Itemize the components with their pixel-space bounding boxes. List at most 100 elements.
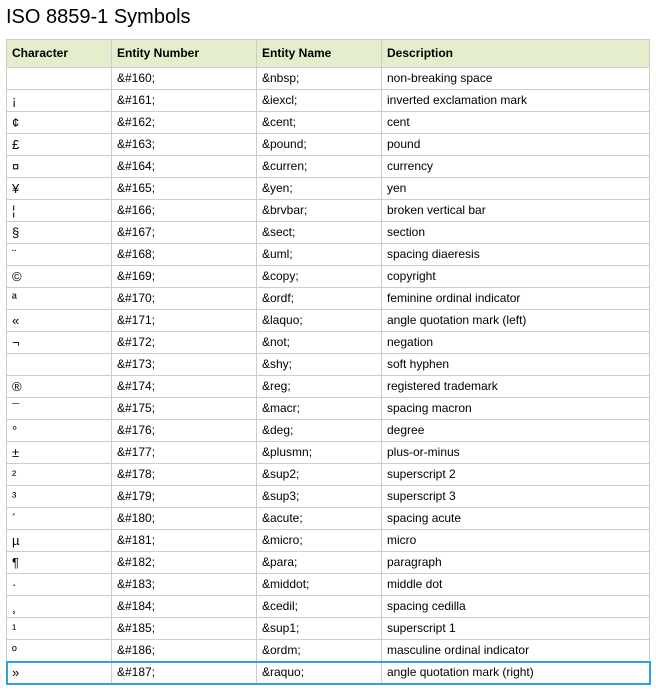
col-character: Character [7,40,112,68]
cell-entity-name: &shy; [257,354,382,376]
cell-character: · [7,574,112,596]
table-row: «&#171;&laquo;angle quotation mark (left… [7,310,650,332]
cell-description: plus-or-minus [382,442,650,464]
cell-description: paragraph [382,552,650,574]
cell-entity-name: &ordf; [257,288,382,310]
cell-entity-number: &#165; [112,178,257,200]
table-row: »&#187;&raquo;angle quotation mark (righ… [7,662,650,684]
cell-entity-name: &cent; [257,112,382,134]
cell-entity-name: &iexcl; [257,90,382,112]
cell-description: superscript 1 [382,618,650,640]
cell-entity-number: &#180; [112,508,257,530]
cell-entity-number: &#162; [112,112,257,134]
table-row: ®&#174;&reg;registered trademark [7,376,650,398]
cell-description: broken vertical bar [382,200,650,222]
cell-description: soft hyphen [382,354,650,376]
cell-character: » [7,662,112,684]
cell-entity-name: &cedil; [257,596,382,618]
cell-entity-name: &curren; [257,156,382,178]
cell-character: ° [7,420,112,442]
cell-entity-name: &sup2; [257,464,382,486]
cell-entity-number: &#167; [112,222,257,244]
cell-character: ¶ [7,552,112,574]
cell-entity-name: &middot; [257,574,382,596]
col-description: Description [382,40,650,68]
cell-entity-name: &brvbar; [257,200,382,222]
cell-description: degree [382,420,650,442]
cell-character [7,354,112,376]
table-row: ¹&#185;&sup1;superscript 1 [7,618,650,640]
cell-entity-number: &#173; [112,354,257,376]
cell-entity-name: &deg; [257,420,382,442]
cell-character: ¯ [7,398,112,420]
table-row: &#160;&nbsp;non-breaking space [7,68,650,90]
cell-character: £ [7,134,112,156]
table-row: ¤&#164;&curren;currency [7,156,650,178]
cell-description: micro [382,530,650,552]
cell-entity-number: &#171; [112,310,257,332]
cell-entity-number: &#177; [112,442,257,464]
cell-description: masculine ordinal indicator [382,640,650,662]
cell-description: inverted exclamation mark [382,90,650,112]
cell-entity-name: &nbsp; [257,68,382,90]
symbols-table: Character Entity Number Entity Name Desc… [6,39,650,684]
cell-character: µ [7,530,112,552]
cell-character: ¤ [7,156,112,178]
cell-description: cent [382,112,650,134]
table-row: ¡&#161;&iexcl;inverted exclamation mark [7,90,650,112]
table-row: &#173;&shy;soft hyphen [7,354,650,376]
cell-entity-name: &laquo; [257,310,382,332]
cell-character: ³ [7,486,112,508]
table-row: ²&#178;&sup2;superscript 2 [7,464,650,486]
cell-description: registered trademark [382,376,650,398]
cell-character: º [7,640,112,662]
cell-entity-number: &#176; [112,420,257,442]
cell-description: superscript 2 [382,464,650,486]
cell-entity-name: &uml; [257,244,382,266]
cell-description: copyright [382,266,650,288]
table-row: ©&#169;&copy;copyright [7,266,650,288]
cell-entity-number: &#166; [112,200,257,222]
table-row: ¥&#165;&yen;yen [7,178,650,200]
cell-character: § [7,222,112,244]
cell-entity-number: &#184; [112,596,257,618]
cell-entity-number: &#161; [112,90,257,112]
table-row: ·&#183;&middot;middle dot [7,574,650,596]
table-row: ¨&#168;&uml;spacing diaeresis [7,244,650,266]
cell-entity-number: &#164; [112,156,257,178]
cell-description: feminine ordinal indicator [382,288,650,310]
cell-character: ¸ [7,596,112,618]
cell-description: spacing cedilla [382,596,650,618]
cell-character: ¨ [7,244,112,266]
cell-character: ª [7,288,112,310]
cell-entity-name: &macr; [257,398,382,420]
cell-character: ¹ [7,618,112,640]
cell-entity-name: &acute; [257,508,382,530]
cell-description: pound [382,134,650,156]
cell-description: section [382,222,650,244]
table-row: ³&#179;&sup3;superscript 3 [7,486,650,508]
cell-entity-name: &copy; [257,266,382,288]
cell-entity-name: &plusmn; [257,442,382,464]
table-row: ¬&#172;&not;negation [7,332,650,354]
table-header-row: Character Entity Number Entity Name Desc… [7,40,650,68]
page-title: ISO 8859-1 Symbols [6,6,650,29]
cell-entity-number: &#181; [112,530,257,552]
cell-entity-number: &#160; [112,68,257,90]
cell-entity-number: &#163; [112,134,257,156]
cell-entity-name: &sup3; [257,486,382,508]
table-row: ª&#170;&ordf;feminine ordinal indicator [7,288,650,310]
cell-description: spacing macron [382,398,650,420]
cell-description: superscript 3 [382,486,650,508]
table-row: º&#186;&ordm;masculine ordinal indicator [7,640,650,662]
cell-description: angle quotation mark (right) [382,662,650,684]
cell-character [7,68,112,90]
cell-entity-name: &reg; [257,376,382,398]
cell-character: ¦ [7,200,112,222]
table-row: §&#167;&sect;section [7,222,650,244]
cell-description: negation [382,332,650,354]
cell-entity-number: &#169; [112,266,257,288]
cell-entity-name: &para; [257,552,382,574]
cell-entity-number: &#172; [112,332,257,354]
table-row: ¶&#182;&para;paragraph [7,552,650,574]
